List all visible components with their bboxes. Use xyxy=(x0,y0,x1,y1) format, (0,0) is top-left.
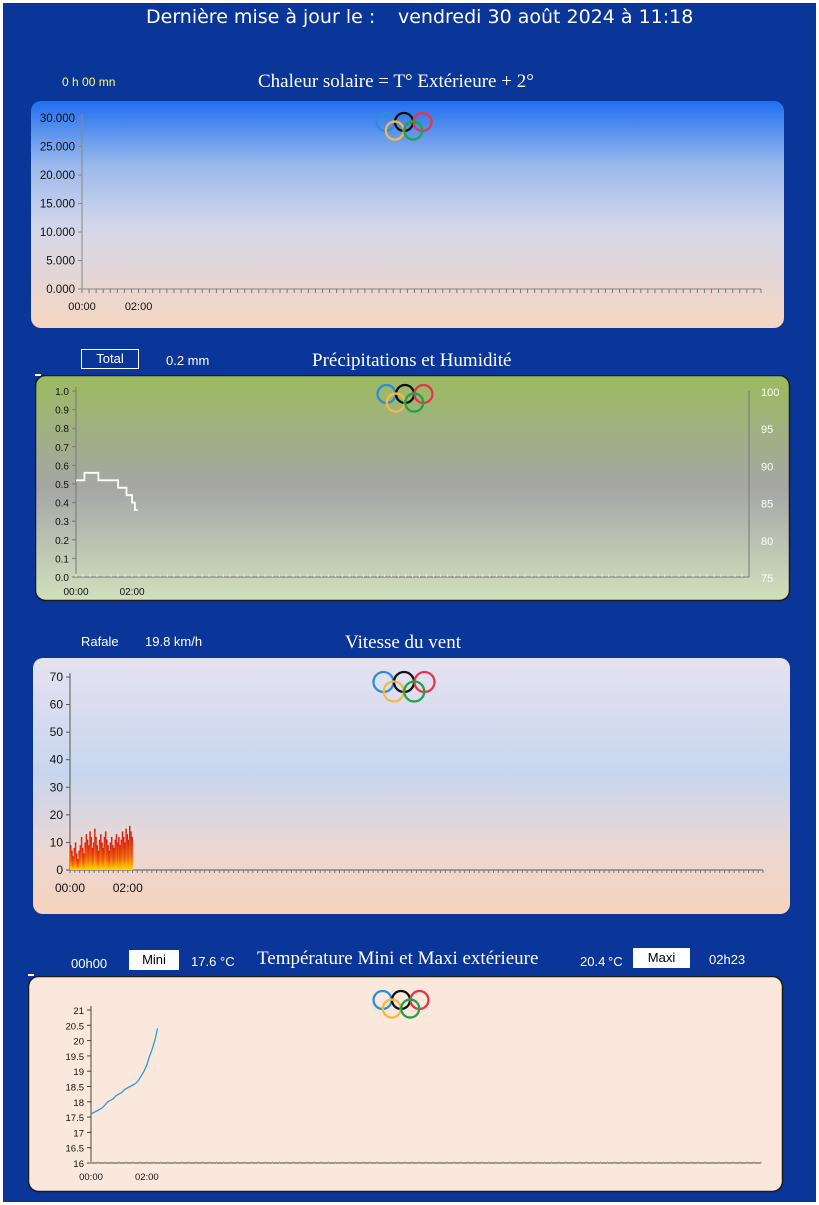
temp-min-time: 00h00 xyxy=(71,956,108,971)
y-tick-label: 18.5 xyxy=(66,1083,85,1094)
y-tick-label: 20 xyxy=(73,1037,84,1048)
y-tick-label: 0.4 xyxy=(55,499,69,510)
temperature-chart: 21 20.5 20 19.5 19 18.5 18 17.5 17 16.5 16 00:00 02:… xyxy=(28,976,784,1193)
y2-tick-label: 90 xyxy=(761,461,773,473)
y-tick-label: 10.000 xyxy=(40,227,75,239)
temp-max-value: 20.4 xyxy=(580,954,606,969)
y-tick-label: 19.5 xyxy=(66,1052,85,1063)
y-tick-label: 20 xyxy=(50,808,64,822)
wind-bar xyxy=(131,836,133,870)
y-tick-label: 20.5 xyxy=(66,1021,85,1032)
wind-chart: 70 60 50 40 30 20 10 0 00:00 02:00 xyxy=(33,658,790,914)
x-tick-label: 02:00 xyxy=(135,1172,159,1183)
y-tick-label: 0.1 xyxy=(55,554,69,565)
y-tick-label: 70 xyxy=(50,670,64,684)
x-tick-label: 02:00 xyxy=(113,881,143,895)
y2-tick-label: 75 xyxy=(761,573,773,585)
y2-tick-label: 95 xyxy=(761,424,773,436)
temp-min-label: Mini xyxy=(129,950,179,970)
y-tick-label: 17 xyxy=(73,1128,84,1139)
x-tick-label: 02:00 xyxy=(125,301,153,313)
y-tick-label: 0.6 xyxy=(55,461,69,472)
solar-chart-title: Chaleur solaire = T° Extérieure + 2° xyxy=(258,71,534,92)
y-tick-label: 1.0 xyxy=(55,387,69,398)
x-tick-label: 00:00 xyxy=(79,1172,103,1183)
y-tick-label: 16.5 xyxy=(66,1144,85,1155)
update-prefix: Dernière mise à jour le : xyxy=(146,6,376,28)
y-tick-label: 0.0 xyxy=(55,573,69,584)
y-tick-label: 16 xyxy=(73,1159,84,1170)
y-tick-label: 21 xyxy=(73,1006,84,1017)
y-tick-label: 0.5 xyxy=(55,480,69,491)
rain-total-value: 0.2 mm xyxy=(166,353,210,368)
wind-gust-value: 19.8 km/h xyxy=(145,634,203,649)
y-tick-label: 0.2 xyxy=(55,536,69,547)
sunshine-duration: 0 h 00 mn xyxy=(62,75,116,89)
solar-chart: 30.000 25.000 20.000 15.000 10.000 5.000 0.000… xyxy=(31,101,784,328)
temp-max-time: 02h23 xyxy=(709,952,746,967)
y-tick-label: 0.9 xyxy=(55,406,69,417)
rain-chart-title: Précipitations et Humidité xyxy=(312,350,512,371)
y-tick-label: 5.000 xyxy=(46,256,75,268)
y-tick-label: 40 xyxy=(50,753,64,767)
rain-total-label: Total xyxy=(81,349,139,369)
temp-chart-title: Température Mini et Maxi extérieure xyxy=(257,948,539,969)
x-tick-label: 00:00 xyxy=(68,301,96,313)
y-tick-label: 0.3 xyxy=(55,517,69,528)
y-tick-label: 17.5 xyxy=(66,1113,85,1124)
x-tick-label: 02:00 xyxy=(120,587,145,598)
rain-humidity-chart: 1.0 0.9 0.8 0.7 0.6 0.5 0.4 0.3 0.2 0.1 0.0 00:00 02… xyxy=(35,375,791,602)
y2-tick-label: 80 xyxy=(761,536,773,548)
y-tick-label: 15.000 xyxy=(40,199,75,211)
update-datetime: vendredi 30 août 2024 à 11:18 xyxy=(398,6,694,28)
wind-gust-label: Rafale xyxy=(81,634,119,649)
y-tick-label: 0.8 xyxy=(55,424,69,435)
y-tick-label: 0.7 xyxy=(55,443,69,454)
y-tick-label: 19 xyxy=(73,1067,84,1078)
x-tick-label: 00:00 xyxy=(55,881,85,895)
y-tick-label: 20.000 xyxy=(40,170,75,182)
y-tick-label: 30.000 xyxy=(40,113,75,125)
temp-min-unit: °C xyxy=(220,954,235,969)
y2-tick-label: 100 xyxy=(761,387,779,399)
y-tick-label: 30 xyxy=(50,780,64,794)
y-tick-label: 25.000 xyxy=(40,142,75,154)
y-tick-label: 0 xyxy=(56,863,63,877)
y-tick-label: 0.000 xyxy=(46,284,75,296)
y-tick-label: 10 xyxy=(50,835,64,849)
y-tick-label: 50 xyxy=(50,725,64,739)
x-tick-label: 00:00 xyxy=(63,587,88,598)
temp-max-label: Maxi xyxy=(633,948,690,968)
wind-chart-title: Vitesse du vent xyxy=(345,632,462,653)
y-tick-label: 60 xyxy=(50,698,64,712)
y2-tick-label: 85 xyxy=(761,499,773,511)
y-tick-label: 18 xyxy=(73,1098,84,1109)
temp-max-unit: °C xyxy=(608,954,623,969)
temp-min-value: 17.6 xyxy=(191,954,217,969)
